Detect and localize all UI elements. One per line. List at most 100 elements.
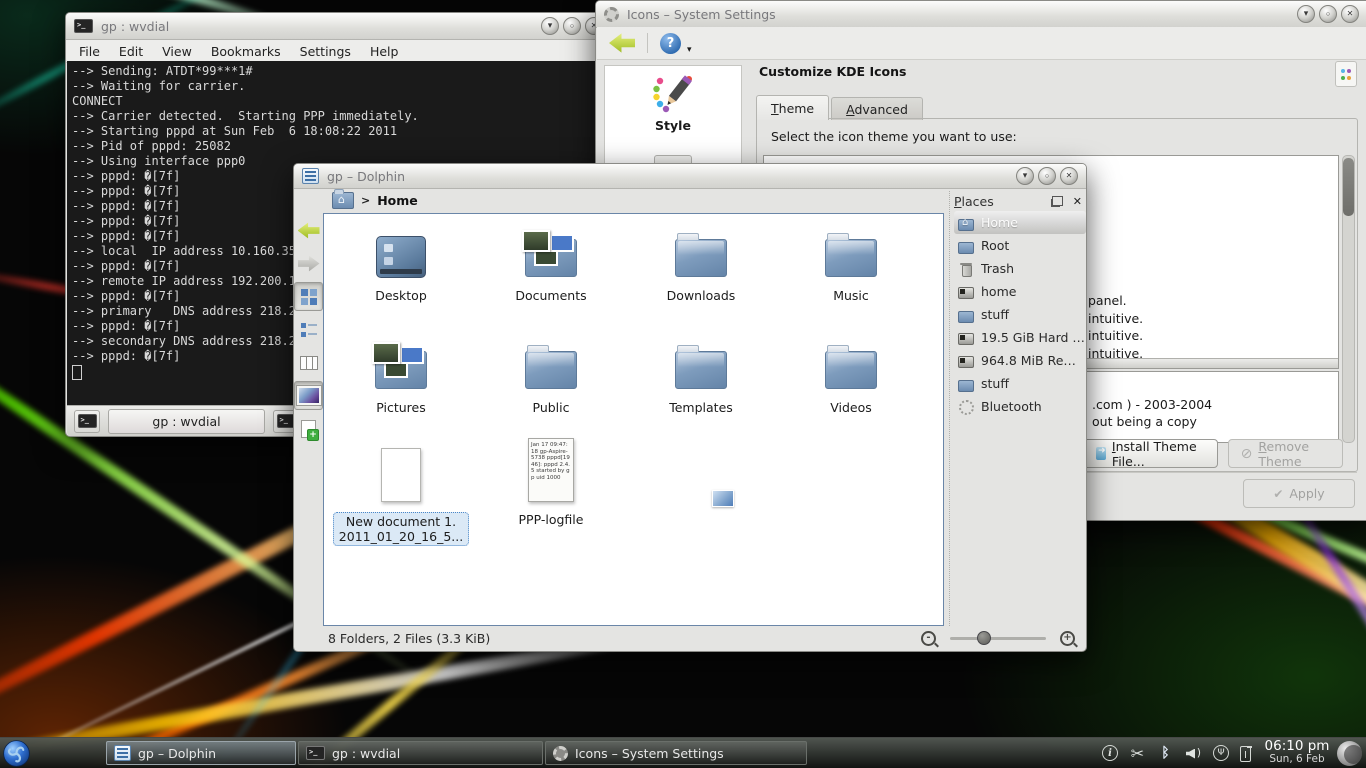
volume-icon[interactable] (1185, 745, 1202, 762)
file-item-label: Documents (515, 288, 586, 303)
file-item[interactable]: New document 1. 2011_01_20_16_5... (326, 446, 476, 558)
places-item[interactable]: Bluetooth (954, 395, 1086, 418)
theme-list-row-fragment[interactable]: intuitive. (1088, 327, 1143, 345)
file-blank-icon (381, 448, 421, 502)
scrollbar-thumb[interactable] (1343, 158, 1354, 216)
bluetooth-icon[interactable] (1157, 745, 1174, 762)
file-icon-box: Jan 17 09:47:18 gp-Aspire-5738 pppd[1946… (528, 446, 574, 502)
menu-item[interactable]: Edit (119, 44, 143, 59)
menu-item[interactable]: Help (370, 44, 399, 59)
file-item[interactable]: Pictures (326, 334, 476, 446)
file-icon-box (525, 222, 577, 278)
file-item[interactable]: Jan 17 09:47:18 gp-Aspire-5738 pppd[1946… (476, 446, 626, 558)
home-folder-icon[interactable] (332, 192, 354, 209)
places-item[interactable]: stuff (954, 372, 1086, 395)
toolbar-button[interactable] (294, 216, 323, 245)
tab[interactable]: Advanced (831, 97, 923, 120)
zoom-in-icon[interactable]: + (1060, 631, 1075, 646)
task-manager: gp – Dolphin gp : wvdial Icons – System … (106, 741, 807, 765)
file-preview-text (376, 352, 426, 358)
terminal-tab[interactable]: gp : wvdial (108, 409, 265, 434)
battery-icon[interactable] (1240, 746, 1251, 762)
file-item[interactable]: Templates (626, 334, 776, 446)
minimize-button[interactable] (1297, 5, 1315, 23)
toolbar-button[interactable] (294, 249, 323, 278)
menu-item[interactable]: Settings (300, 44, 351, 59)
file-item[interactable]: Documents (476, 222, 626, 334)
places-item[interactable]: 964.8 MiB Remov... (954, 349, 1086, 372)
system-settings-titlebar[interactable]: Icons – System Settings (596, 1, 1366, 28)
remove-theme-button[interactable]: Remove Theme (1228, 439, 1343, 468)
folder-view[interactable]: Desktop Documents Downloads (323, 213, 944, 626)
install-theme-label: Install Theme File... (1112, 439, 1205, 469)
file-item[interactable]: Public (476, 334, 626, 446)
close-button[interactable] (1341, 5, 1359, 23)
places-item[interactable]: 19.5 GiB Hard Drive (954, 326, 1086, 349)
zoom-out-icon[interactable]: - (921, 631, 936, 646)
maximize-button[interactable] (1319, 5, 1337, 23)
details-view-icon (301, 323, 317, 337)
file-item[interactable]: Downloads (626, 222, 776, 334)
dolphin-titlebar[interactable]: gp – Dolphin (294, 164, 1086, 189)
file-item[interactable]: Videos (776, 334, 926, 446)
close-button[interactable] (1060, 167, 1078, 185)
install-theme-button[interactable]: Install Theme File... (1083, 439, 1218, 468)
menu-item[interactable]: File (79, 44, 100, 59)
places-item[interactable]: home (954, 280, 1086, 303)
usb-icon[interactable] (1213, 745, 1229, 761)
overview-button[interactable] (1335, 61, 1357, 87)
taskbar-task[interactable]: gp : wvdial (298, 741, 543, 765)
folder-icon (675, 239, 727, 277)
new-tab-button[interactable] (74, 410, 100, 433)
app-launcher-icon[interactable] (3, 740, 30, 767)
chevron-down-icon[interactable]: ▾ (687, 45, 692, 55)
menu-item[interactable]: View (162, 44, 192, 59)
file-item-label: New document 1. 2011_01_20_16_5... (333, 512, 469, 546)
close-panel-icon[interactable]: ✕ (1073, 195, 1082, 208)
scrollbar[interactable] (1342, 155, 1355, 443)
plasma-cashew-icon[interactable] (1337, 741, 1362, 766)
terminal-cursor (72, 365, 82, 380)
back-icon (298, 222, 320, 239)
file-item-label: PPP-logfile (519, 512, 584, 527)
toolbar-button[interactable] (294, 282, 323, 311)
file-item[interactable]: Music (776, 222, 926, 334)
minimize-button[interactable] (1016, 167, 1034, 185)
digital-clock[interactable]: 06:10 pm Sun, 6 Feb (1259, 740, 1335, 766)
dolphin-window-title: gp – Dolphin (327, 169, 405, 184)
taskbar-task[interactable]: gp – Dolphin (106, 741, 296, 765)
toolbar-button[interactable] (294, 414, 323, 443)
zoom-slider[interactable] (950, 631, 1046, 645)
places-item[interactable]: Root (954, 234, 1086, 257)
tab[interactable]: Theme (756, 95, 829, 120)
style-category-label[interactable]: Style (655, 118, 691, 133)
back-arrow-icon[interactable] (609, 33, 635, 54)
file-item[interactable]: Desktop (326, 222, 476, 334)
places-item[interactable]: Trash (954, 257, 1086, 280)
scissors-icon[interactable] (1129, 745, 1146, 762)
help-icon[interactable]: ? (660, 33, 681, 54)
places-item[interactable]: Home (954, 211, 1086, 234)
maximize-button[interactable] (1038, 167, 1056, 185)
file-item-label: Desktop (375, 288, 427, 303)
terminal-titlebar[interactable]: gp : wvdial (66, 13, 611, 40)
maximize-button[interactable] (563, 17, 581, 35)
slider-handle[interactable] (977, 631, 991, 645)
select-theme-label: Select the icon theme you want to use: (771, 129, 1017, 144)
apply-button[interactable]: Apply (1243, 479, 1355, 508)
float-panel-icon[interactable] (1052, 196, 1063, 206)
file-item-label: Music (833, 288, 869, 303)
toolbar-button[interactable] (294, 348, 323, 377)
places-item[interactable]: stuff (954, 303, 1086, 326)
info-icon[interactable] (1102, 745, 1118, 761)
menu-item[interactable]: Bookmarks (211, 44, 281, 59)
toolbar-button[interactable] (294, 315, 323, 344)
style-category-icon[interactable] (651, 74, 695, 114)
theme-list-row-fragment[interactable]: intuitive. (1088, 345, 1143, 363)
toolbar-button[interactable] (294, 381, 323, 410)
breadcrumb-current[interactable]: Home (377, 193, 418, 208)
theme-list-row-fragment[interactable]: panel. (1088, 292, 1143, 310)
minimize-button[interactable] (541, 17, 559, 35)
taskbar-task[interactable]: Icons – System Settings (545, 741, 807, 765)
theme-list-row-fragment[interactable]: intuitive. (1088, 310, 1143, 328)
